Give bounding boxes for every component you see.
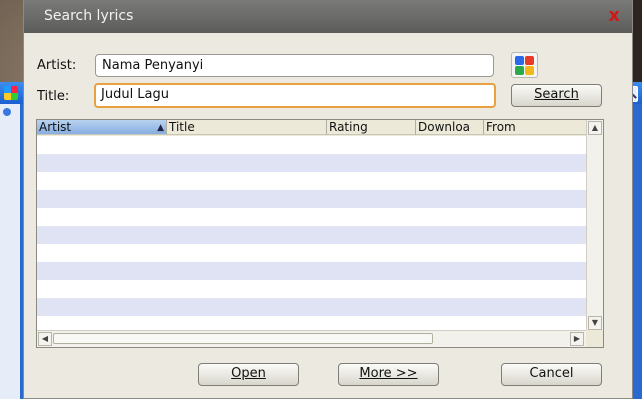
column-header-label: Artist xyxy=(39,120,72,134)
title-label: Title: xyxy=(37,89,70,104)
scroll-left-icon[interactable]: ◀ xyxy=(38,332,52,346)
table-row[interactable] xyxy=(37,136,586,154)
dialog-title: Search lyrics xyxy=(44,8,134,24)
table-row[interactable] xyxy=(37,172,586,190)
table-row[interactable] xyxy=(37,262,586,280)
open-button[interactable]: Open xyxy=(198,363,299,386)
title-input[interactable]: Judul Lagu xyxy=(94,83,496,108)
dialog-titlebar[interactable]: Search lyrics x xyxy=(24,0,632,33)
scroll-right-icon[interactable]: ▶ xyxy=(570,332,584,346)
vertical-scrollbar[interactable]: ▲ ▼ xyxy=(586,120,603,331)
open-button-label: Open xyxy=(231,366,266,381)
table-row[interactable] xyxy=(37,298,586,316)
table-row[interactable] xyxy=(37,280,586,298)
more-button-label: More >> xyxy=(359,366,418,381)
google-icon-red xyxy=(525,56,534,65)
scroll-down-icon[interactable]: ▼ xyxy=(588,316,602,330)
cancel-button-label: Cancel xyxy=(529,366,574,381)
search-button-label: Search xyxy=(534,87,579,102)
table-row[interactable] xyxy=(37,190,586,208)
sort-ascending-icon: ▲ xyxy=(157,123,164,133)
results-table[interactable]: Artist ▲ Title Rating Downloa From ▲ ▼ ◀… xyxy=(36,119,604,348)
cancel-button[interactable]: Cancel xyxy=(501,363,602,386)
table-row[interactable] xyxy=(37,244,586,262)
column-header-downloads[interactable]: Downloa xyxy=(416,120,484,135)
google-icon-green xyxy=(515,66,524,75)
bullet-icon xyxy=(3,108,11,116)
table-header: Artist ▲ Title Rating Downloa From xyxy=(37,120,587,136)
scroll-up-icon[interactable]: ▲ xyxy=(588,121,602,135)
scrollbar-corner xyxy=(586,330,603,347)
horizontal-scrollbar[interactable]: ◀ ▶ xyxy=(37,330,586,347)
table-row[interactable] xyxy=(37,154,586,172)
column-header-title[interactable]: Title xyxy=(167,120,327,135)
artist-label: Artist: xyxy=(37,58,77,73)
table-row[interactable] xyxy=(37,226,586,244)
google-icon-blue xyxy=(515,56,524,65)
column-header-rating[interactable]: Rating xyxy=(327,120,416,135)
google-icon[interactable] xyxy=(511,52,538,78)
close-icon[interactable]: x xyxy=(608,5,620,26)
column-header-artist[interactable]: Artist ▲ xyxy=(37,120,167,135)
horizontal-scroll-thumb[interactable] xyxy=(53,333,433,344)
table-row[interactable] xyxy=(37,208,586,226)
artist-input[interactable]: Nama Penyanyi xyxy=(95,54,494,77)
background-window-sidebar xyxy=(0,104,20,399)
column-header-from[interactable]: From xyxy=(484,120,587,135)
google-icon-yellow xyxy=(525,66,534,75)
more-button[interactable]: More >> xyxy=(338,363,439,386)
windows-logo-icon xyxy=(4,86,18,100)
search-button[interactable]: Search xyxy=(511,84,602,107)
search-lyrics-dialog: Search lyrics x Artist: Nama Penyanyi Ti… xyxy=(23,0,633,399)
